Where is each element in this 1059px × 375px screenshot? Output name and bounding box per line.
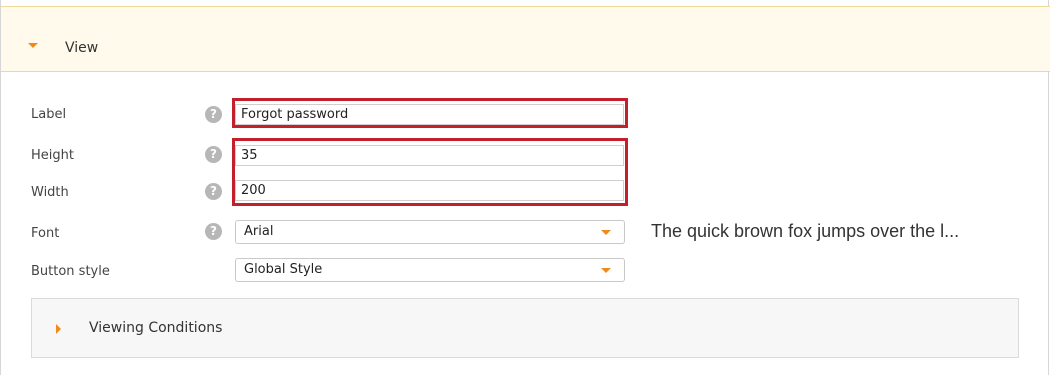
font-select[interactable]: Arial: [235, 220, 625, 244]
button-style-field-label: Button style: [31, 264, 110, 279]
size-highlight-box: [232, 138, 628, 206]
width-field-label: Width: [31, 185, 69, 200]
properties-panel: View Label ? Forgot password Height ? 35…: [0, 0, 1050, 375]
button-style-select-value: Global Style: [244, 262, 323, 277]
help-icon[interactable]: ?: [205, 106, 222, 123]
viewing-conditions-section[interactable]: Viewing Conditions: [31, 298, 1019, 358]
label-field-label: Label: [31, 107, 67, 122]
help-icon[interactable]: ?: [205, 183, 222, 200]
caret-down-icon[interactable]: [28, 43, 38, 48]
chevron-down-icon[interactable]: [601, 268, 611, 273]
viewing-conditions-title: Viewing Conditions: [89, 320, 223, 336]
font-preview-text: The quick brown fox jumps over the l...: [651, 221, 960, 241]
help-icon[interactable]: ?: [205, 223, 222, 240]
font-select-value: Arial: [244, 224, 274, 239]
button-style-select[interactable]: Global Style: [235, 258, 625, 282]
chevron-down-icon[interactable]: [601, 230, 611, 235]
view-section-header[interactable]: View: [1, 6, 1050, 72]
height-field-label: Height: [31, 148, 74, 163]
caret-right-icon[interactable]: [56, 324, 61, 334]
font-field-label: Font: [31, 226, 60, 241]
view-section-title: View: [65, 40, 99, 56]
label-highlight-box: [232, 98, 628, 128]
help-icon[interactable]: ?: [205, 146, 222, 163]
